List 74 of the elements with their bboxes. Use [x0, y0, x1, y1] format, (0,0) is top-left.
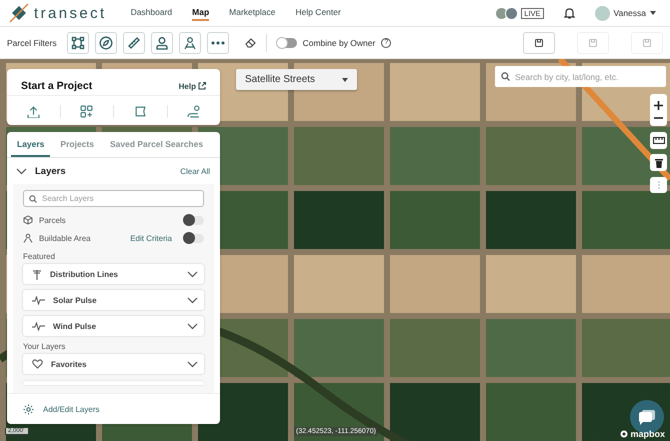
filter-tool-button[interactable]	[178, 32, 201, 54]
group-label: Your Layers	[23, 342, 66, 351]
person-icon	[154, 36, 169, 50]
caret-icon	[342, 78, 348, 82]
nav-link[interactable]: Dashboard	[130, 5, 172, 21]
layer-accordion[interactable]: Distribution Lines	[23, 264, 204, 284]
compass-circle-icon	[98, 36, 113, 50]
filter-tool-button[interactable]	[206, 32, 229, 54]
chevron-down-icon	[187, 322, 198, 330]
ruler-icon	[652, 137, 664, 144]
combine-label: Combine by Owner	[302, 38, 376, 48]
layer-toggle[interactable]	[184, 216, 204, 224]
chevron-down-icon	[187, 270, 198, 278]
ruler-button[interactable]	[650, 132, 667, 149]
combine-toggle[interactable]	[276, 38, 297, 48]
more-button[interactable]	[650, 177, 667, 193]
settings-icon[interactable]	[23, 404, 34, 414]
user-name[interactable]: Vanessa	[614, 8, 646, 18]
clear-all-link[interactable]: Clear All	[180, 166, 210, 176]
pulse-icon	[32, 322, 45, 330]
add-edit-layers-link[interactable]: Add/Edit Layers	[43, 404, 100, 414]
chevron-down-icon	[187, 360, 198, 368]
cube-icon	[23, 215, 33, 225]
more-icon	[210, 40, 225, 44]
filter-tool-button[interactable]	[122, 32, 145, 54]
filter-tool-button[interactable]	[94, 32, 117, 54]
layer-accordion[interactable]: Favorites	[23, 354, 204, 374]
map-style-dropdown[interactable]: Satellite Streets	[236, 69, 357, 90]
group-label: Featured	[23, 252, 56, 261]
trash-icon	[654, 158, 662, 168]
person-area-icon	[23, 233, 33, 243]
filter-tool-button[interactable]	[66, 32, 89, 54]
nav-link[interactable]: Marketplace	[229, 5, 276, 21]
avatar	[505, 6, 518, 20]
nav-link[interactable]: Map	[192, 5, 210, 21]
bell-icon[interactable]	[564, 7, 575, 19]
logo-icon	[8, 3, 30, 23]
layer-accordion[interactable]: Wind Pulse	[23, 316, 204, 336]
heart-icon	[32, 359, 43, 369]
avatar	[495, 6, 508, 20]
polygon-icon	[70, 36, 85, 50]
edit-criteria-link[interactable]: Edit Criteria	[130, 234, 172, 242]
location-search-field[interactable]: Search by city, lat/long, etc.	[495, 66, 666, 87]
chat-icon	[639, 410, 655, 424]
zoom-in-icon[interactable]	[654, 101, 663, 110]
layer-search-field[interactable]: Search Layers	[23, 190, 204, 207]
save-button[interactable]	[523, 32, 555, 54]
upload-icon[interactable]	[26, 104, 40, 118]
person-area-icon	[182, 36, 197, 50]
card-title: Start a Project	[21, 80, 92, 92]
pulse-icon	[32, 296, 45, 304]
power-pole-icon	[32, 268, 42, 280]
chevron-down-icon	[187, 296, 198, 304]
eraser-icon[interactable]	[244, 38, 256, 48]
add-grid-icon[interactable]	[80, 104, 94, 118]
trash-button[interactable]	[650, 154, 667, 171]
logo-text: transect	[34, 4, 107, 22]
chevron-down-icon	[16, 168, 27, 174]
ruler-icon	[126, 36, 141, 50]
nav-link[interactable]: Help Center	[295, 5, 341, 21]
panel-tab[interactable]: Layers	[11, 132, 50, 157]
external-link-icon	[198, 82, 206, 90]
layer-label: Buildable Area	[39, 234, 91, 242]
caret-icon[interactable]	[650, 11, 656, 15]
attribution-logo: mapbox	[620, 429, 665, 439]
polygon-icon[interactable]	[134, 104, 147, 118]
filter-tool-button[interactable]	[150, 32, 173, 54]
layer-toggle[interactable]	[184, 234, 204, 242]
help-link[interactable]: Help	[178, 82, 206, 90]
filter-label: Parcel Filters	[7, 38, 57, 48]
section-title[interactable]: Layers	[35, 166, 66, 176]
layer-label: Parcels	[39, 216, 66, 224]
layer-accordion[interactable]: Solar Pulse	[23, 290, 204, 310]
person-route-icon[interactable]	[187, 104, 200, 118]
